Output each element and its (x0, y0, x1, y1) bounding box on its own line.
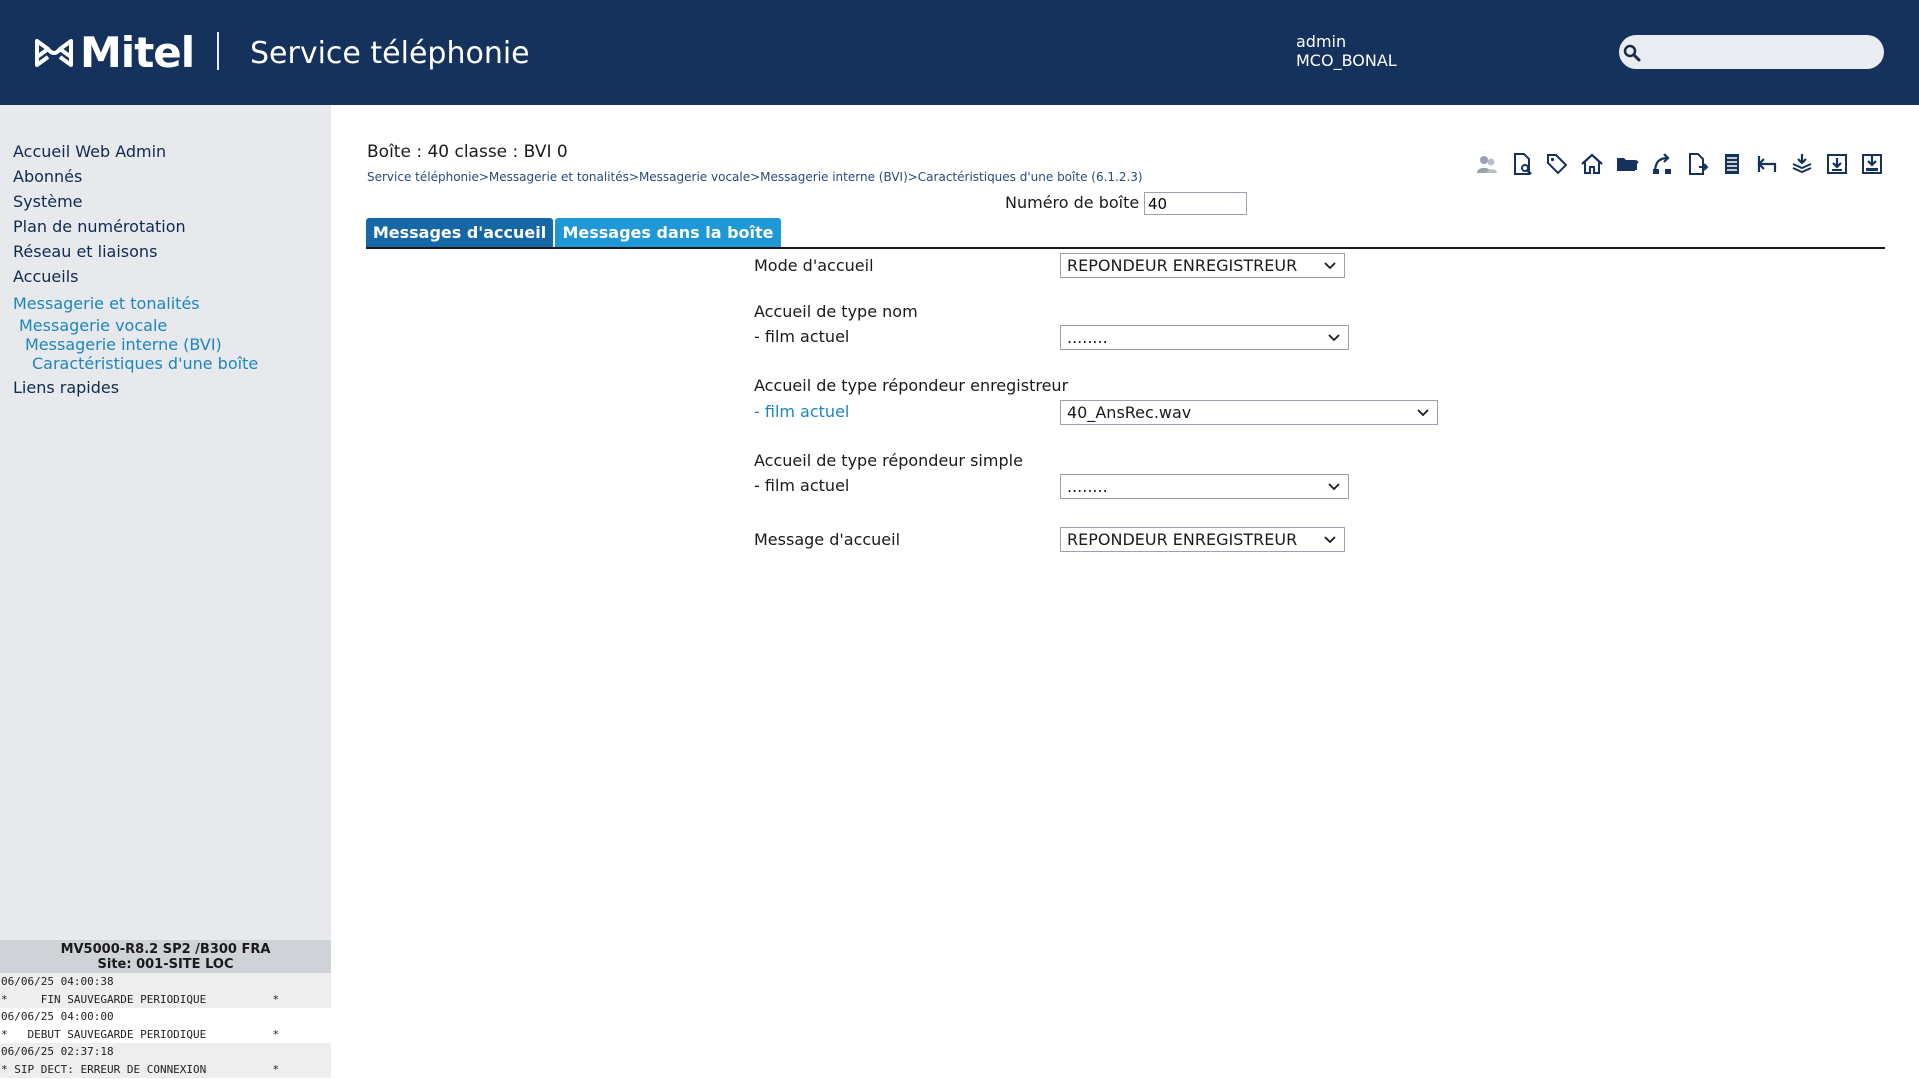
accueil-repondeur-simple-film-value: ........ (1067, 477, 1108, 496)
sidebar-item-reseau-liaisons[interactable]: Réseau et liaisons (13, 239, 258, 264)
breadcrumb[interactable]: Service téléphonie>Messagerie et tonalit… (367, 170, 1143, 184)
message-accueil-select[interactable]: REPONDEUR ENREGISTREUR (1060, 527, 1345, 552)
chevron-down-icon (1326, 333, 1342, 342)
accueil-repondeur-enregistreur-film-link[interactable]: - film actuel (754, 402, 849, 421)
folder-upload-icon[interactable] (1613, 150, 1640, 177)
site-name: MCO_BONAL (1296, 51, 1397, 70)
logo-text: Mitel (80, 28, 195, 77)
top-header: Mitel Service téléphonie admin MCO_BONAL (0, 0, 1919, 105)
document-search-icon[interactable] (1508, 150, 1535, 177)
chevron-down-icon (1322, 261, 1338, 270)
accueil-repondeur-simple-film-label: - film actuel (754, 476, 850, 495)
log-line: 06/06/25 04:00:38 (0, 973, 331, 991)
sidebar-item-liens-rapides[interactable]: Liens rapides (13, 375, 258, 400)
sidebar-item-accueil-web-admin[interactable]: Accueil Web Admin (13, 139, 258, 164)
document-arrow-icon[interactable] (1683, 150, 1710, 177)
tab-underline (366, 247, 1885, 249)
accueil-nom-film-select[interactable]: ........ (1060, 325, 1349, 350)
app-title: Service téléphonie (250, 36, 530, 71)
sidebar-item-caracteristiques-boite[interactable]: Caractéristiques d'une boîte (13, 354, 258, 373)
page-title: Boîte : 40 classe : BVI 0 (367, 142, 568, 162)
mode-accueil-select[interactable]: REPONDEUR ENREGISTREUR (1060, 253, 1345, 278)
accueil-repondeur-simple-film-select[interactable]: ........ (1060, 474, 1349, 499)
message-accueil-value: REPONDEUR ENREGISTREUR (1067, 530, 1298, 549)
accueil-repondeur-enregistreur-film-value: 40_AnsRec.wav (1067, 403, 1192, 422)
log-line: * SIP DECT: ERREUR DE CONNEXION * (0, 1060, 331, 1078)
chevron-down-icon (1322, 535, 1338, 544)
system-version: MV5000-R8.2 SP2 /B300 FRA (60, 942, 271, 957)
sidebar-nav: Accueil Web Admin Abonnés Système Plan d… (13, 139, 258, 400)
box-number-label: Numéro de boîte (1005, 193, 1140, 212)
tag-icon[interactable] (1543, 150, 1570, 177)
phone-transfer-icon[interactable] (1648, 150, 1675, 177)
toolbar (1473, 150, 1885, 177)
mitel-logo[interactable]: Mitel (34, 28, 195, 77)
tab-bar: Messages d'accueil Messages dans la boît… (366, 218, 781, 247)
accueil-repondeur-simple-label: Accueil de type répondeur simple (754, 451, 1023, 470)
chevron-down-icon (1415, 408, 1431, 417)
status-header: MV5000-R8.2 SP2 /B300 FRA Site: 001-SITE… (0, 940, 331, 973)
log-line: 06/06/25 04:00:00 (1, 1010, 114, 1023)
system-site: Site: 001-SITE LOC (97, 957, 234, 972)
search-input[interactable] (1650, 38, 1880, 68)
box-number-input[interactable] (1144, 192, 1247, 215)
accueil-nom-film-label: - film actuel (754, 327, 850, 346)
header-divider (217, 32, 219, 70)
log-line: * DEBUT SAUVEGARDE PERIODIQUE * (1, 1027, 280, 1041)
mitel-logo-icon (35, 38, 73, 67)
sidebar-item-messagerie-tonalites[interactable]: Messagerie et tonalités (13, 291, 258, 316)
mode-accueil-label: Mode d'accueil (754, 256, 874, 275)
system-status-panel: MV5000-R8.2 SP2 /B300 FRA Site: 001-SITE… (0, 940, 331, 1079)
home-icon[interactable] (1578, 150, 1605, 177)
user-info[interactable]: admin MCO_BONAL (1296, 32, 1397, 70)
list-icon[interactable] (1718, 150, 1745, 177)
log-line: * FIN SAUVEGARDE PERIODIQUE * (0, 990, 331, 1008)
accueil-nom-film-value: ........ (1067, 328, 1108, 347)
stack-download-icon[interactable] (1788, 150, 1815, 177)
search-icon[interactable] (1622, 43, 1642, 63)
sidebar-item-messagerie-interne[interactable]: Messagerie interne (BVI) (13, 335, 258, 354)
sidebar: Accueil Web Admin Abonnés Système Plan d… (0, 105, 331, 1079)
sidebar-item-plan-numerotation[interactable]: Plan de numérotation (13, 214, 258, 239)
accueil-repondeur-enregistreur-film-select[interactable]: 40_AnsRec.wav (1060, 400, 1438, 425)
tab-messages-boite[interactable]: Messages dans la boîte (555, 218, 781, 247)
chevron-down-icon (1326, 482, 1342, 491)
sidebar-item-accueils[interactable]: Accueils (13, 264, 258, 289)
sidebar-item-messagerie-vocale[interactable]: Messagerie vocale (13, 316, 258, 335)
log-line: 06/06/25 02:37:18 (0, 1043, 331, 1061)
accueil-repondeur-enregistreur-label: Accueil de type répondeur enregistreur (754, 376, 1069, 395)
message-accueil-label: Message d'accueil (754, 530, 901, 549)
save-box-icon[interactable] (1858, 150, 1885, 177)
mode-accueil-value: REPONDEUR ENREGISTREUR (1067, 256, 1298, 275)
back-arrow-icon[interactable] (1753, 150, 1780, 177)
accueil-nom-label: Accueil de type nom (754, 302, 918, 321)
sidebar-item-abonnes[interactable]: Abonnés (13, 164, 258, 189)
user-name: admin (1296, 32, 1347, 51)
download-box-icon[interactable] (1823, 150, 1850, 177)
sidebar-item-systeme[interactable]: Système (13, 189, 258, 214)
users-icon[interactable] (1473, 150, 1500, 177)
tab-messages-accueil[interactable]: Messages d'accueil (366, 218, 553, 247)
